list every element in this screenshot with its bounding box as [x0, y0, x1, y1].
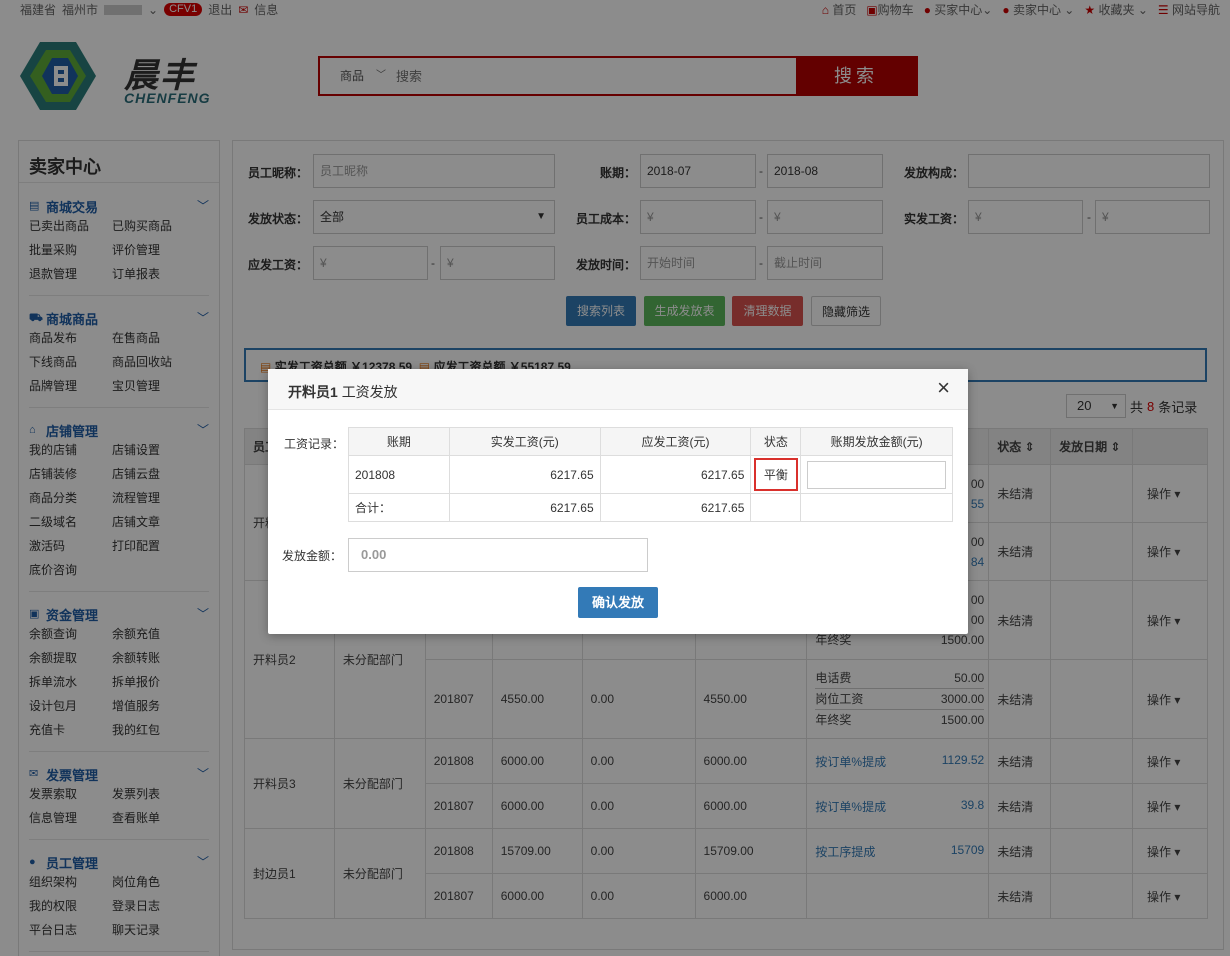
dialog-header: 开料员1 工资发放 ×	[268, 369, 968, 410]
record-header-row: 账期 实发工资(元) 应发工资(元) 状态 账期发放金额(元)	[348, 427, 953, 456]
record-payable: 6217.65	[599, 455, 752, 494]
total-payable: 6217.65	[599, 493, 752, 522]
total-status-empty	[750, 493, 802, 522]
confirm-pay-button[interactable]: 确认发放	[578, 587, 658, 618]
total-actual: 6217.65	[448, 493, 601, 522]
record-table: 账期 实发工资(元) 应发工资(元) 状态 账期发放金额(元) 201808 6…	[348, 427, 953, 522]
period-amount-input[interactable]	[807, 460, 946, 489]
col-period: 账期	[348, 427, 450, 456]
amount-input[interactable]: 0.00	[348, 538, 648, 572]
record-row: 201808 6217.65 6217.65 平衡	[348, 455, 953, 494]
total-amount-empty	[800, 493, 953, 522]
dialog-title: 工资发放	[341, 384, 398, 400]
salary-dialog: 开料员1 工资发放 × 工资记录： 账期 实发工资(元) 应发工资(元) 状态 …	[268, 369, 968, 634]
col-amount: 账期发放金额(元)	[800, 427, 953, 456]
record-total-row: 合计： 6217.65 6217.65	[348, 493, 953, 522]
amount-label: 发放金额：	[282, 549, 343, 563]
col-payable: 应发工资(元)	[599, 427, 752, 456]
record-period: 201808	[348, 455, 450, 494]
record-actual: 6217.65	[448, 455, 601, 494]
total-label: 合计：	[348, 493, 450, 522]
col-actual: 实发工资(元)	[448, 427, 601, 456]
record-label: 工资记录：	[284, 437, 345, 451]
col-status: 状态	[750, 427, 802, 456]
dialog-title-name: 开料员1	[288, 384, 338, 400]
record-status-badge: 平衡	[753, 458, 798, 491]
close-icon[interactable]: ×	[937, 377, 950, 399]
